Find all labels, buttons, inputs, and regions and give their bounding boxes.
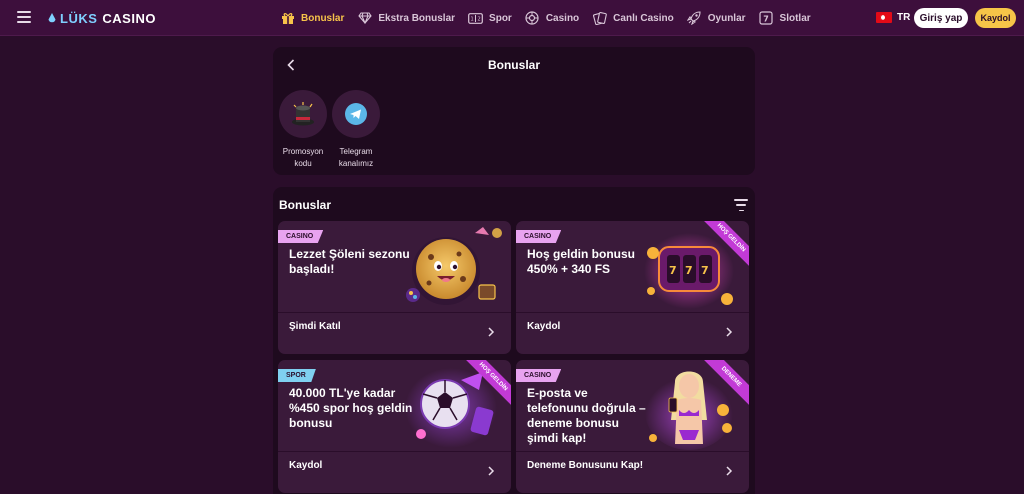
site-logo[interactable]: LÜKS CASINO	[48, 9, 156, 27]
nav-item-canli-casino[interactable]: Canlı Casino	[592, 0, 674, 36]
category-badge: CASINO	[278, 230, 324, 243]
nav-label: Spor	[489, 12, 512, 24]
nav-item-oyunlar[interactable]: Oyunlar	[687, 0, 746, 36]
svg-text:7: 7	[685, 264, 693, 277]
svg-text:7: 7	[669, 264, 677, 277]
nav-label: Bonuslar	[301, 12, 345, 24]
cards-icon	[592, 11, 607, 26]
menu-icon[interactable]	[17, 11, 31, 23]
nav-item-spor[interactable]: 12 Spor	[468, 0, 512, 36]
bonus-title: Hoş geldin bonusu 450% + 340 FS	[527, 247, 635, 276]
logo-text-primary: LÜKS	[60, 10, 98, 26]
svg-text:7: 7	[701, 264, 709, 277]
turkey-flag-icon	[876, 12, 892, 23]
chevron-right-icon	[726, 327, 733, 337]
category-badge: SPOR	[278, 369, 316, 382]
filter-icon[interactable]	[734, 199, 748, 211]
bonus-card[interactable]: CASINO Lezzet Şöleni sezonu başladı! Şim…	[278, 221, 511, 354]
bonus-card[interactable]: SPOR 40.000 TL'ye kadar %450 spor hoş ge…	[278, 360, 511, 493]
quick-link-label: Telegram kanalımız	[338, 147, 374, 168]
nav-label: Oyunlar	[707, 12, 746, 24]
section-title: Bonuslar	[279, 198, 332, 212]
nav-item-ekstra-bonuslar[interactable]: Ekstra Bonuslar	[357, 0, 455, 36]
nav-item-casino[interactable]: Casino	[525, 0, 579, 36]
bonus-title: Lezzet Şöleni sezonu başladı!	[289, 247, 410, 276]
diamond-icon	[357, 11, 372, 26]
nav-label: Ekstra Bonuslar	[378, 12, 456, 24]
gift-icon	[280, 11, 295, 26]
svg-text:1: 1	[471, 16, 474, 22]
login-button[interactable]: Giriş yap	[914, 8, 968, 28]
magic-hat-icon	[279, 90, 327, 138]
promo-code-link[interactable]: Promosyon kodu	[273, 90, 333, 170]
nav-item-slotlar[interactable]: 7 Slotlar	[759, 0, 811, 36]
rocket-icon	[687, 11, 702, 26]
cta-label: Deneme Bonusunu Kap!	[527, 460, 644, 471]
cta-label: Şimdi Katıl	[289, 321, 341, 332]
bonus-title: E-posta ve telefonunu doğrula – deneme b…	[527, 386, 646, 445]
cta-label: Kaydol	[289, 460, 323, 471]
page-title: Bonuslar	[487, 58, 540, 72]
bonus-card[interactable]: CASINO E-posta ve telefonunu doğrula – d…	[516, 360, 749, 493]
chevron-right-icon	[488, 466, 495, 476]
nav-label: Slotlar	[779, 12, 811, 24]
telegram-channel-link[interactable]: Telegram kanalımız	[326, 90, 386, 170]
svg-text:2: 2	[478, 16, 481, 22]
roulette-icon	[525, 11, 540, 26]
nav-label: Canlı Casino	[613, 12, 674, 24]
chevron-right-icon	[488, 327, 495, 337]
bonus-card[interactable]: CASINO Hoş geldin bonusu 450% + 340 FS 7…	[516, 221, 749, 354]
scoreboard-icon: 12	[468, 11, 483, 26]
slot-icon: 7	[759, 11, 774, 26]
logo-drop-icon	[48, 12, 56, 22]
bonus-list-panel: Bonuslar CASINO Lezzet Şöleni sezonu baş…	[273, 187, 755, 494]
chevron-right-icon	[726, 466, 733, 476]
telegram-icon	[332, 90, 380, 138]
card-cta-row[interactable]: Kaydol	[516, 313, 749, 354]
nav-item-bonuslar[interactable]: Bonuslar	[280, 0, 344, 36]
main-nav: Bonuslar Ekstra Bonuslar 12 Spor Casino …	[280, 0, 824, 36]
cta-label: Kaydol	[527, 321, 561, 332]
category-badge: CASINO	[516, 369, 562, 382]
card-cta-row[interactable]: Şimdi Katıl	[278, 313, 511, 354]
category-badge: CASINO	[516, 230, 562, 243]
bonus-title: 40.000 TL'ye kadar %450 spor hoş geldin …	[289, 386, 413, 430]
nav-label: Casino	[545, 12, 580, 24]
language-code: TR	[897, 12, 911, 23]
bonuses-top-panel: Bonuslar Promosyon kodu Telegram kanalım…	[273, 47, 755, 175]
quick-link-label: Promosyon kodu	[282, 147, 324, 168]
logo-text-secondary: CASINO	[102, 10, 156, 26]
top-header: LÜKS CASINO Bonuslar Ekstra Bonuslar 12 …	[0, 0, 1024, 36]
language-selector[interactable]: TR	[876, 12, 910, 23]
register-button[interactable]: Kaydol	[975, 8, 1016, 28]
card-cta-row[interactable]: Deneme Bonusunu Kap!	[516, 452, 749, 493]
card-cta-row[interactable]: Kaydol	[278, 452, 511, 493]
svg-text:7: 7	[763, 15, 769, 24]
cookie-icon	[406, 227, 502, 305]
